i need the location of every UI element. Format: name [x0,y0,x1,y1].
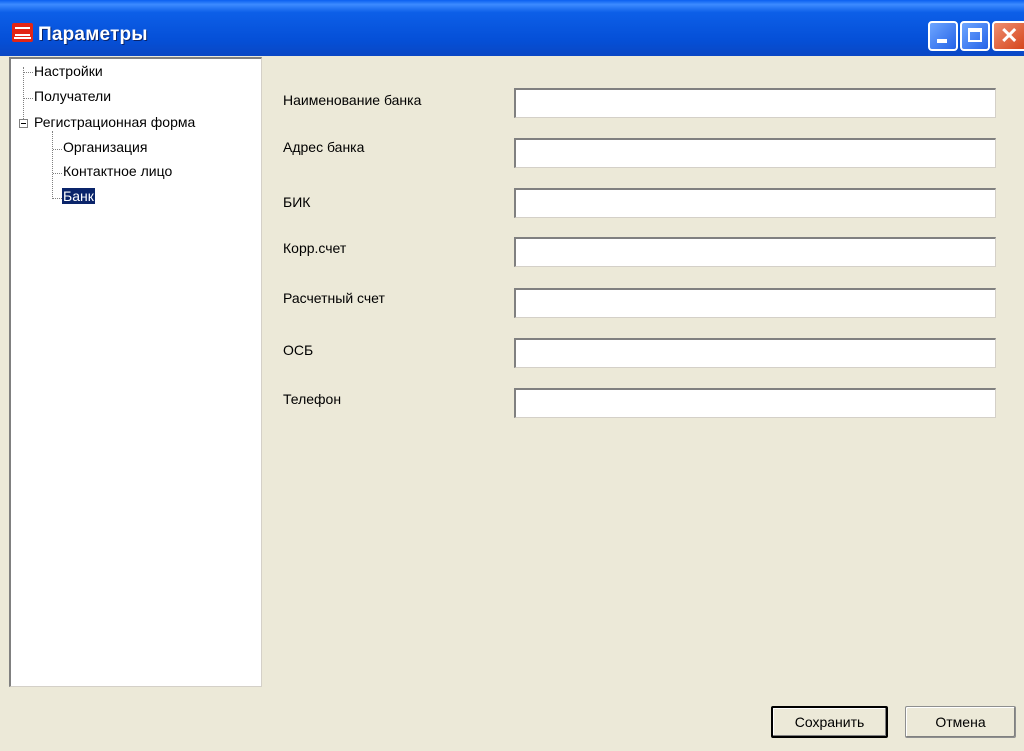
tree-item-label: Получатели [34,88,112,104]
phone-input[interactable] [514,388,996,418]
app-icon [12,23,33,42]
tree-item-label: Регистрационная форма [34,114,196,130]
tree-item-organization[interactable]: Организация [62,139,148,156]
tree-branch-line [24,72,33,73]
corr-account-label: Корр.счет [283,240,347,256]
corr-account-input[interactable] [514,237,996,267]
maximize-button[interactable] [960,21,990,51]
osb-label: ОСБ [283,342,314,358]
tree-root-line [23,67,24,125]
bik-input[interactable] [514,188,996,218]
tree-item-contact-person[interactable]: Контактное лицо [62,163,173,180]
settlement-account-input[interactable] [514,288,996,318]
title-bar[interactable]: Параметры ✕ [0,0,1024,56]
tree-branch-line [24,98,33,99]
tree-item-label: Организация [63,139,148,155]
tree-child-line [52,131,53,199]
bank-address-input[interactable] [514,138,996,168]
bank-name-label: Наименование банка [283,92,422,108]
tree-item-bank[interactable]: Банк [62,188,95,205]
tree-branch-line [53,173,62,174]
cancel-button[interactable]: Отмена [905,706,1016,738]
window-title: Параметры [38,24,148,45]
bank-address-label: Адрес банка [283,139,365,155]
tree-item-label: Контактное лицо [63,163,173,179]
tree-item-label: Банк [62,188,95,204]
phone-label: Телефон [283,391,342,407]
minimize-button[interactable] [928,21,958,51]
maximize-icon [968,28,982,42]
tree-branch-line [53,198,62,199]
bank-name-input[interactable] [514,88,996,118]
osb-input[interactable] [514,338,996,368]
close-icon: ✕ [1000,23,1019,48]
tree-item-registration-form[interactable]: Регистрационная форма [33,114,196,131]
collapse-icon[interactable] [19,119,28,128]
close-button[interactable]: ✕ [992,21,1024,51]
minimize-icon [937,39,947,43]
settings-tree[interactable]: Настройки Получатели Регистрационная фор… [9,57,262,687]
parameters-window: Параметры ✕ Настройки Получатели Регистр… [0,0,1024,751]
save-button[interactable]: Сохранить [771,706,888,738]
bik-label: БИК [283,194,311,210]
tree-item-label: Настройки [34,63,103,79]
tree-item-recipients[interactable]: Получатели [33,88,112,105]
settlement-account-label: Расчетный счет [283,290,385,306]
tree-branch-line [53,149,62,150]
tree-item-settings[interactable]: Настройки [33,63,104,80]
